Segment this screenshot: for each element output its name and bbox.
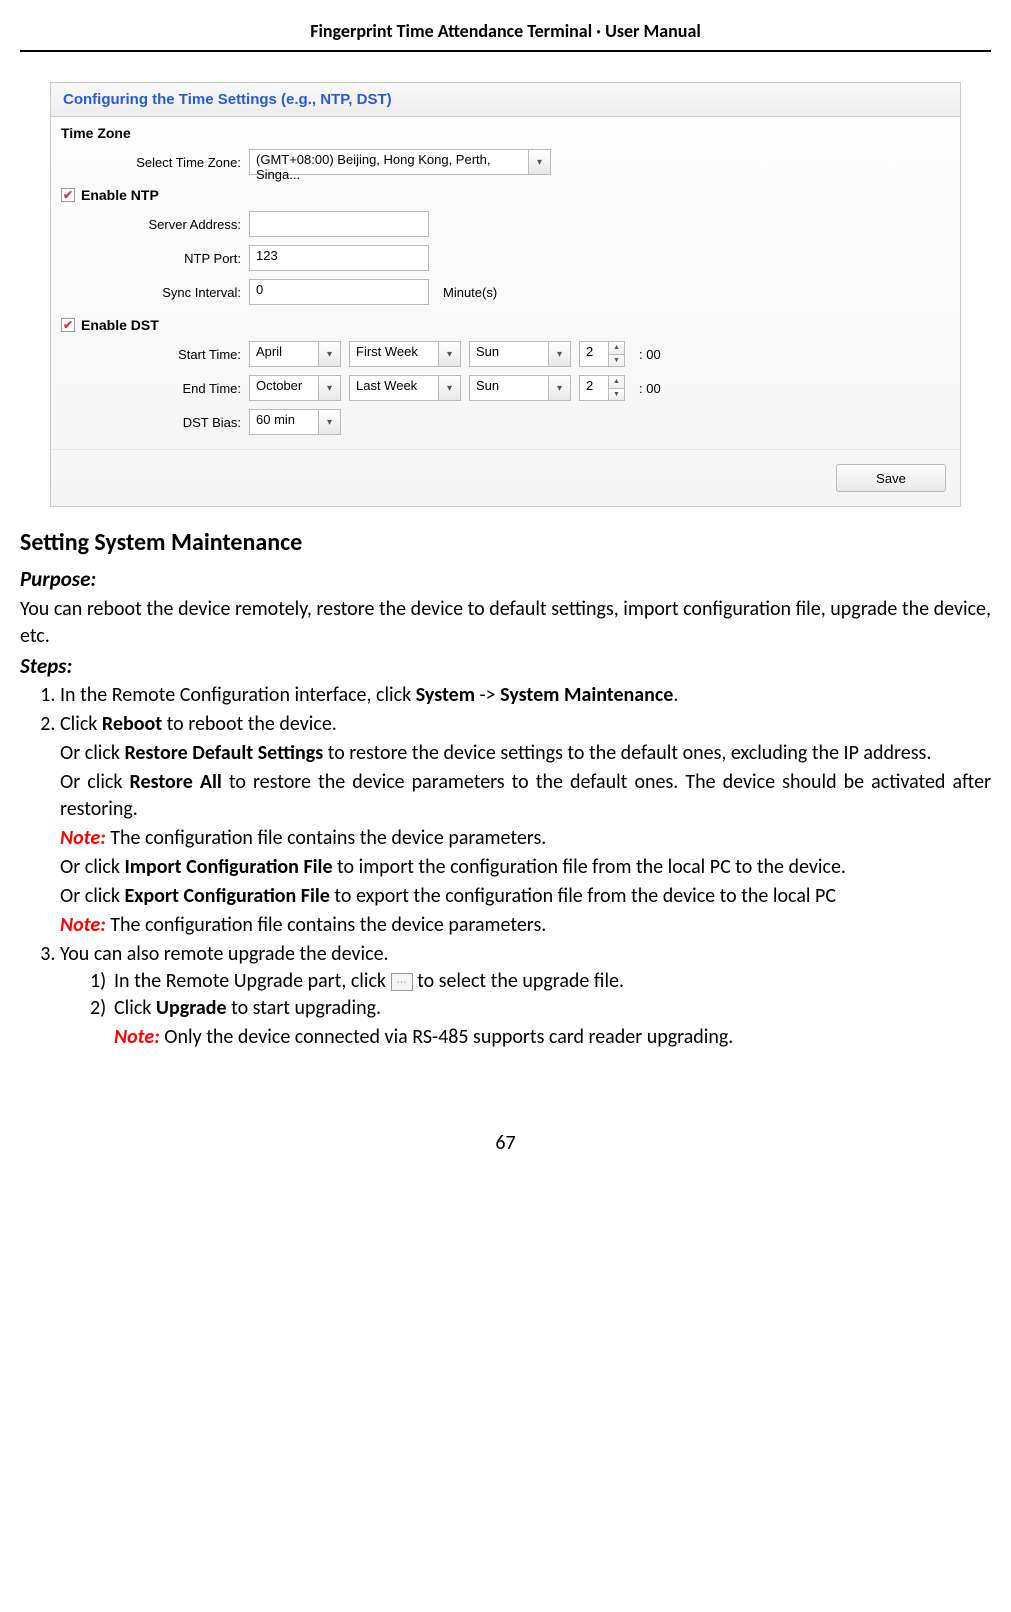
substeps-list: 1)In the Remote Upgrade part, click ⋯ to… [60,968,991,1051]
spinner-down-icon[interactable]: ▼ [609,355,624,367]
end-label: End Time: [61,381,241,396]
chevron-down-icon[interactable]: ▾ [439,375,461,401]
ntp-checkbox[interactable]: ✔ [61,188,75,202]
tz-select[interactable]: (GMT+08:00) Beijing, Hong Kong, Perth, S… [249,149,529,175]
tz-label: Select Time Zone: [61,155,241,170]
spinner-down-icon[interactable]: ▼ [609,389,624,401]
sync-label: Sync Interval: [61,285,241,300]
server-input[interactable] [249,211,429,237]
end-minute: : 00 [639,381,661,396]
end-day-select[interactable]: Sun [469,375,549,401]
document-body: Setting System Maintenance Purpose: You … [20,527,991,1051]
start-minute: : 00 [639,347,661,362]
substep-1: 1)In the Remote Upgrade part, click ⋯ to… [90,968,991,995]
page-header: Fingerprint Time Attendance Terminal · U… [20,20,991,52]
panel-title: Configuring the Time Settings (e.g., NTP… [51,83,960,117]
chevron-down-icon[interactable]: ▾ [319,341,341,367]
ntp-label: Enable NTP [81,187,159,203]
purpose-text: You can reboot the device remotely, rest… [20,596,991,650]
purpose-label: Purpose: [20,565,991,593]
start-hour-spinner[interactable]: ▲▼ [609,341,625,367]
chevron-down-icon[interactable]: ▾ [319,375,341,401]
section-heading: Setting System Maintenance [20,527,991,559]
start-week-select[interactable]: First Week [349,341,439,367]
spinner-up-icon[interactable]: ▲ [609,342,624,355]
dst-label: Enable DST [81,317,159,333]
step-1: In the Remote Configuration interface, c… [60,682,991,709]
ntp-section: ✔ Enable NTP [51,179,960,207]
start-day-select[interactable]: Sun [469,341,549,367]
sync-input[interactable]: 0 [249,279,429,305]
end-month-select[interactable]: October [249,375,319,401]
bias-select[interactable]: 60 min [249,409,319,435]
chevron-down-icon[interactable]: ▾ [319,409,341,435]
server-label: Server Address: [61,217,241,232]
end-week-select[interactable]: Last Week [349,375,439,401]
steps-list: In the Remote Configuration interface, c… [20,682,991,1051]
chevron-down-icon[interactable]: ▾ [549,341,571,367]
end-hour-input[interactable]: 2 [579,375,609,401]
dst-section: ✔ Enable DST [51,309,960,337]
end-hour-spinner[interactable]: ▲▼ [609,375,625,401]
port-label: NTP Port: [61,251,241,266]
chevron-down-icon[interactable]: ▾ [529,149,551,175]
page-number: 67 [20,1131,991,1155]
dst-checkbox[interactable]: ✔ [61,318,75,332]
substep-2: 2)Click Upgrade to start upgrading. Note… [90,995,991,1051]
save-button[interactable]: Save [836,464,946,492]
start-month-select[interactable]: April [249,341,319,367]
settings-panel-screenshot: Configuring the Time Settings (e.g., NTP… [50,82,961,507]
browse-icon: ⋯ [391,973,413,991]
step-2: Click Reboot to reboot the device. Or cl… [60,711,991,939]
chevron-down-icon[interactable]: ▾ [439,341,461,367]
port-input[interactable]: 123 [249,245,429,271]
step-3: You can also remote upgrade the device. … [60,941,991,1051]
spinner-up-icon[interactable]: ▲ [609,376,624,389]
steps-label: Steps: [20,652,991,680]
chevron-down-icon[interactable]: ▾ [549,375,571,401]
start-hour-input[interactable]: 2 [579,341,609,367]
start-label: Start Time: [61,347,241,362]
bias-label: DST Bias: [61,415,241,430]
sync-suffix: Minute(s) [443,285,497,300]
timezone-section: Time Zone [51,117,960,145]
